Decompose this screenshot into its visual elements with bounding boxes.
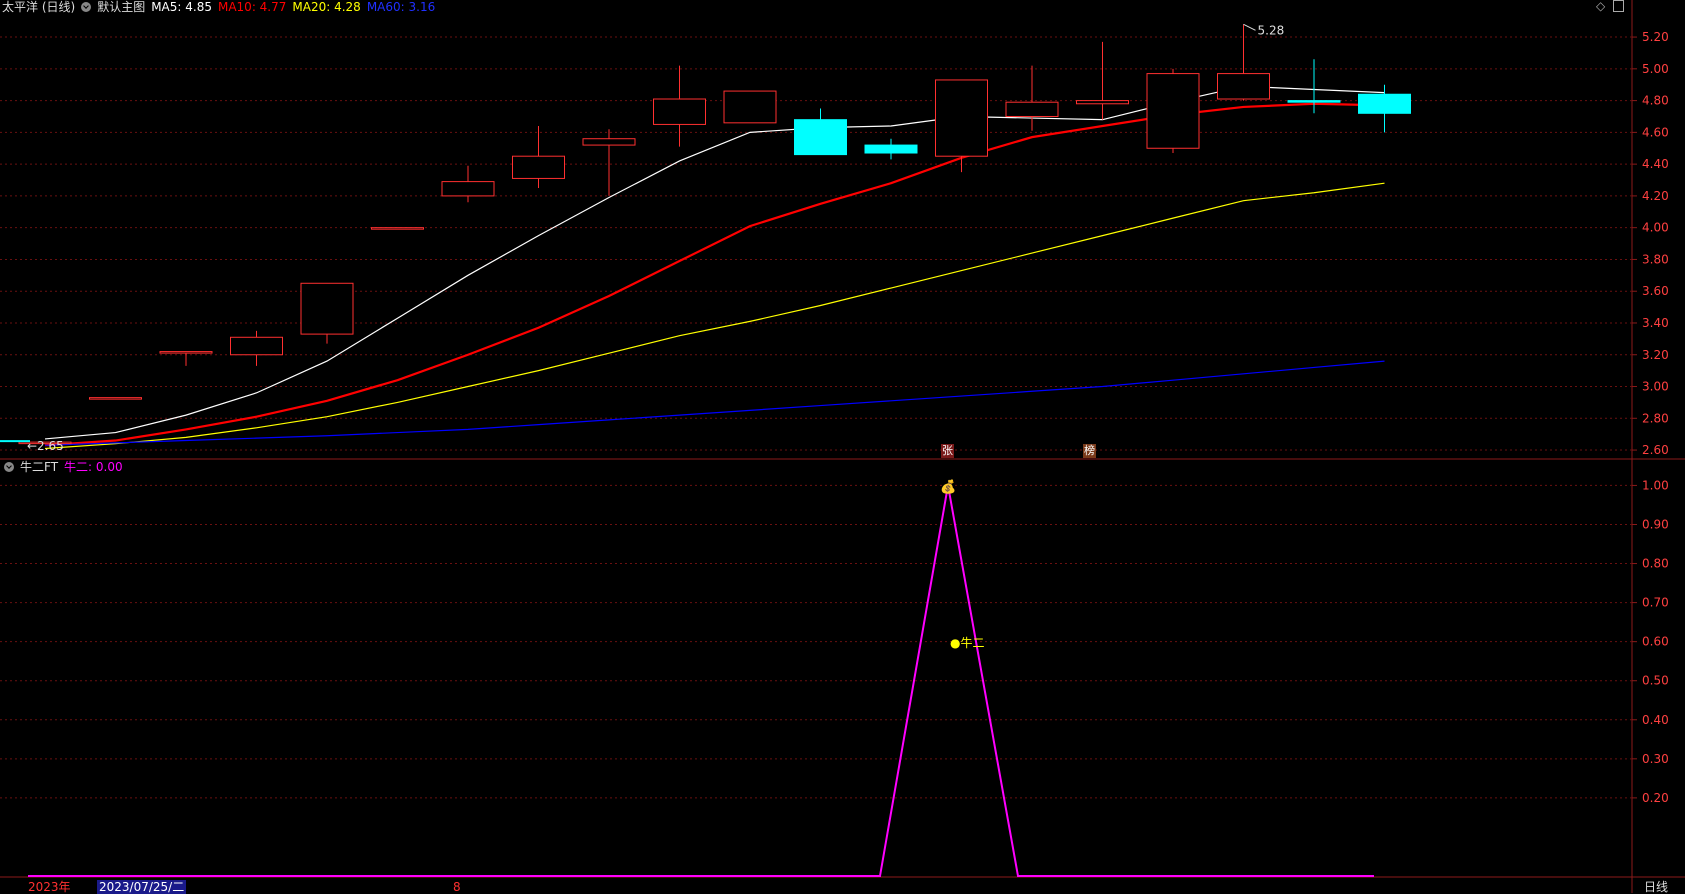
zhang-marker[interactable]: 张 [941, 444, 954, 458]
y-tick-label: 0.60 [1642, 635, 1669, 649]
candle-body [794, 119, 847, 156]
y-tick-label: 2.60 [1642, 443, 1669, 457]
candle-body [89, 397, 142, 400]
candle-body [371, 227, 424, 230]
main-chart-name[interactable]: 默认主图 [97, 0, 145, 14]
year-label: 2023年 [28, 880, 71, 894]
candle-body [1217, 73, 1270, 100]
indicator-header: 牛二FT 牛二: 0.00 [4, 460, 129, 474]
y-tick-label: 3.40 [1642, 316, 1669, 330]
chevron-down-icon[interactable] [4, 462, 14, 472]
month-label: 8 [453, 880, 461, 894]
period-label[interactable]: 日线 [1644, 880, 1668, 894]
high-price-label: 5.28 [1258, 23, 1285, 37]
y-tick-label: 0.50 [1642, 674, 1669, 688]
y-tick-label: 0.80 [1642, 557, 1669, 571]
y-tick-label: 5.20 [1642, 30, 1669, 44]
candle-body [653, 98, 706, 125]
cursor-date-label: 2023/07/25/二 [97, 880, 187, 894]
candle-body [723, 90, 777, 124]
y-tick-label: 0.40 [1642, 713, 1669, 727]
y-tick-label: 4.60 [1642, 125, 1669, 139]
indicator-name[interactable]: 牛二FT [20, 460, 58, 474]
y-tick-label: 0.90 [1642, 517, 1669, 531]
niuer-series-label: ●牛二 [950, 636, 985, 650]
candle-body [512, 155, 565, 179]
candle-body [159, 351, 213, 354]
candle-body [582, 138, 636, 146]
bang-marker[interactable]: 榜 [1083, 444, 1096, 458]
money-bag-icon: 💰 [940, 480, 957, 495]
diamond-icon[interactable]: ◇ [1596, 0, 1605, 13]
y-tick-label: 4.80 [1642, 94, 1669, 108]
main-chart: 5.20 5.00 4.80 4.60 4.40 4.20 4.00 3.80 3.60 3.40… [0, 0, 1685, 893]
y-tick-label: 4.40 [1642, 157, 1669, 171]
ma20-label: MA20: 4.28 [292, 0, 361, 14]
y-tick-label: 3.80 [1642, 252, 1669, 266]
y-tick-label: 2.80 [1642, 411, 1669, 425]
indicator-value: 牛二: 0.00 [64, 460, 123, 474]
niuer-label-text: 牛二 [960, 636, 985, 650]
candle-body [1005, 101, 1059, 117]
chart-stage: 5.20 5.00 4.80 4.60 4.40 4.20 4.00 3.80 3.60 3.40… [0, 0, 1685, 893]
ma-line-ma20 [44, 182, 1385, 450]
ma60-label: MA60: 3.16 [366, 0, 436, 14]
y-tick-label: 0.30 [1642, 752, 1669, 766]
y-tick-label: 4.20 [1642, 189, 1669, 203]
ma-line-ma60 [44, 360, 1385, 446]
y-tick-label: 3.20 [1642, 348, 1669, 362]
candle-body [1287, 100, 1341, 103]
chevron-down-icon[interactable] [81, 2, 92, 12]
candle-body [230, 336, 283, 356]
candle-body [1146, 73, 1200, 149]
y-tick-label: 1.00 [1642, 478, 1669, 492]
y-tick-label: 3.00 [1642, 380, 1669, 394]
candle-body [935, 79, 988, 157]
main-header: 太平洋 (日线) 默认主图 MA5: 4.85 MA10: 4.77 MA20: 4.2… [2, 0, 441, 14]
ma5-label: MA5: 4.85 [151, 0, 212, 14]
y-tick-label: 5.00 [1642, 62, 1669, 76]
high-pointer [1243, 23, 1256, 31]
candle-body [300, 282, 354, 335]
window-icon[interactable] [1613, 0, 1624, 12]
candle-body [1076, 100, 1129, 105]
candle-body [1358, 93, 1411, 114]
ma-line-ma10 [44, 102, 1385, 447]
y-tick-label: 4.00 [1642, 221, 1669, 235]
stock-title[interactable]: 太平洋 (日线) [2, 0, 75, 14]
ma10-label: MA10: 4.77 [217, 0, 287, 14]
y-tick-label: 0.20 [1642, 791, 1669, 805]
y-tick-label: 3.60 [1642, 284, 1669, 298]
candle-body [864, 144, 918, 154]
low-price-label: ←2.65 [27, 439, 64, 453]
y-tick-label: 0.70 [1642, 596, 1669, 610]
candle-body [441, 181, 495, 197]
